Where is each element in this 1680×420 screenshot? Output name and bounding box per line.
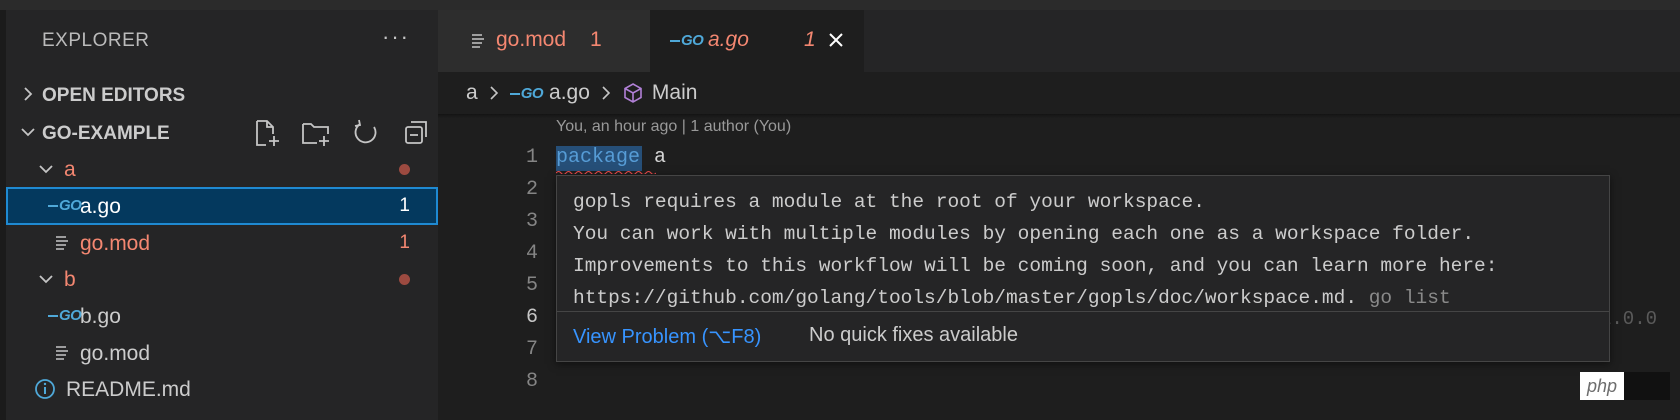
tree-file-readme[interactable]: README.md [6, 370, 438, 408]
tree-file-a-gomod[interactable]: go.mod 1 [6, 224, 438, 262]
line-number: 1 [525, 146, 538, 169]
go-file-icon: GO [48, 307, 82, 325]
tree-folder-a[interactable]: a [6, 150, 438, 188]
tree-file-b-gomod[interactable]: go.mod [6, 334, 438, 372]
chevron-down-icon [39, 275, 53, 284]
problem-count-badge: 1 [399, 232, 410, 253]
line-number: 7 [525, 338, 538, 361]
tree-folder-b[interactable]: b [6, 260, 438, 298]
diagnostic-hover: gopls requires a module at the root of y… [556, 175, 1610, 362]
tab-go-mod[interactable]: go.mod 1 [438, 10, 650, 72]
line-number-current: 6 [525, 306, 538, 329]
codelens-blame[interactable]: You, an hour ago | 1 author (You) [556, 118, 791, 136]
line-number: 4 [525, 242, 538, 265]
go-file-icon: GO [48, 197, 82, 215]
lines-file-icon [472, 34, 484, 48]
tab-a-go-label: a.go [708, 28, 749, 51]
watermark-block [1624, 372, 1670, 400]
refresh-icon[interactable] [350, 118, 382, 148]
go-file-icon: GO [670, 32, 704, 49]
explorer-sidebar: EXPLORER ··· OPEN EDITORS GO-EXAMPLE a G… [0, 10, 438, 420]
line-number: 3 [525, 210, 538, 233]
tab-go-mod-label: go.mod [496, 28, 567, 51]
modified-dot [399, 274, 410, 285]
lines-file-icon [56, 346, 68, 360]
more-actions-icon[interactable]: ··· [382, 24, 410, 50]
message-line: Improvements to this workflow will be co… [573, 255, 1498, 277]
tree-file-a-go[interactable]: GO a.go 1 [6, 187, 438, 225]
tab-go-mod-count: 1 [590, 28, 602, 51]
chevron-right-icon [602, 86, 611, 100]
error-squiggle [556, 171, 656, 174]
file-a-gomod-name: go.mod [80, 232, 151, 255]
no-quick-fixes-label: No quick fixes available [809, 324, 1018, 346]
new-file-icon[interactable] [250, 118, 282, 148]
folder-b-name: b [64, 268, 76, 291]
info-icon [35, 379, 55, 399]
watermark-logo: php [1580, 372, 1670, 400]
title-strip [0, 0, 1680, 10]
breadcrumb: a GO a.go Main [438, 72, 1680, 114]
message-line: gopls requires a module at the root of y… [573, 191, 1205, 213]
section-workspace[interactable]: GO-EXAMPLE [6, 114, 438, 152]
diagnostic-source: go list [1368, 287, 1451, 309]
workspace-actions [250, 118, 432, 148]
section-open-editors[interactable]: OPEN EDITORS [6, 76, 438, 114]
explorer-title: EXPLORER [42, 30, 150, 51]
chevron-right-icon [24, 87, 33, 101]
file-readme-name: README.md [66, 378, 191, 401]
workspace-label: GO-EXAMPLE [42, 123, 170, 144]
diagnostic-message: gopls requires a module at the root of y… [573, 186, 1497, 314]
hover-actions: View Problem (⌥F8) No quick fixes availa… [557, 311, 1609, 361]
lines-file-icon [56, 236, 68, 250]
keyword-package: package [556, 146, 656, 174]
chevron-down-icon [21, 128, 35, 137]
line-number: 2 [525, 178, 538, 201]
go-file-icon: GO [510, 85, 544, 102]
file-b-go-name: b.go [80, 305, 121, 328]
code-line-1[interactable]: package a [556, 146, 667, 174]
problem-count-badge: 1 [399, 195, 410, 216]
breadcrumb-symbol[interactable]: Main [652, 81, 698, 105]
tree-file-b-go[interactable]: GO b.go [6, 297, 438, 335]
tab-a-go-count: 1 [804, 28, 816, 51]
explorer-header: EXPLORER ··· [6, 10, 438, 72]
chevron-right-icon [490, 86, 498, 100]
close-icon[interactable] [826, 30, 846, 50]
line-number: 5 [525, 274, 538, 297]
new-folder-icon[interactable] [300, 118, 332, 148]
watermark-text: php [1580, 372, 1624, 400]
breadcrumb-folder[interactable]: a [466, 81, 478, 105]
message-line: You can work with multiple modules by op… [573, 223, 1475, 245]
collapse-all-icon[interactable] [400, 118, 432, 148]
folder-a-name: a [64, 158, 76, 181]
file-b-gomod-name: go.mod [80, 342, 151, 365]
package-name: a [654, 146, 667, 169]
modified-dot [399, 164, 410, 175]
chevron-down-icon [39, 165, 53, 174]
open-editors-label: OPEN EDITORS [42, 85, 186, 106]
view-problem-link[interactable]: View Problem (⌥F8) [573, 324, 761, 349]
breadcrumb-file[interactable]: a.go [549, 81, 590, 105]
message-line: https://github.com/golang/tools/blob/mas… [573, 287, 1358, 309]
tab-a-go[interactable]: GO a.go 1 [650, 10, 864, 72]
editor-tab-bar: go.mod 1 GO a.go 1 [438, 10, 1680, 72]
file-a-go-name: a.go [80, 195, 121, 218]
module-cube-icon [624, 83, 642, 103]
line-number: 8 [525, 370, 538, 393]
